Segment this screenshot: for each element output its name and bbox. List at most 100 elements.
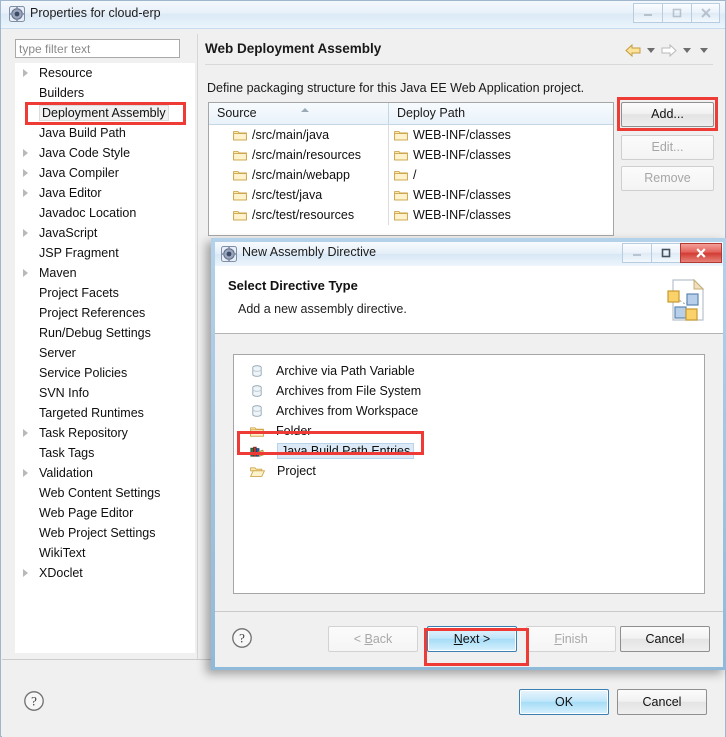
- sidebar-item-deployment-assembly[interactable]: Deployment Assembly: [15, 103, 195, 123]
- back-arrow-icon[interactable]: [625, 41, 641, 59]
- table-row[interactable]: /src/main/java WEB-INF/classes: [209, 125, 613, 145]
- column-header-deploy-path[interactable]: Deploy Path: [389, 103, 612, 124]
- sidebar-item-jsp-fragment[interactable]: JSP Fragment: [15, 243, 195, 263]
- table-row[interactable]: /src/test/java WEB-INF/classes: [209, 185, 613, 205]
- jar-icon: [250, 384, 270, 398]
- dialog-close-icon[interactable]: [680, 243, 722, 263]
- sidebar-item-javadoc-location[interactable]: Javadoc Location: [15, 203, 195, 223]
- finish-button[interactable]: Finish: [526, 626, 616, 652]
- maximize-icon[interactable]: [662, 3, 691, 23]
- sidebar-item-wikitext[interactable]: WikiText: [15, 543, 195, 563]
- column-header-source[interactable]: Source: [209, 103, 389, 124]
- forward-dropdown-caret-icon[interactable]: [683, 47, 691, 53]
- cell-source: /src/test/resources: [209, 205, 389, 225]
- help-icon[interactable]: ?: [23, 690, 45, 712]
- sidebar-item-web-page-editor[interactable]: Web Page Editor: [15, 503, 195, 523]
- view-menu-caret-icon[interactable]: [700, 47, 708, 53]
- sidebar-item-run-debug-settings[interactable]: Run/Debug Settings: [15, 323, 195, 343]
- sidebar-item-xdoclet[interactable]: XDoclet: [15, 563, 195, 583]
- dialog-minimize-icon[interactable]: [622, 243, 651, 263]
- page-nav-toolbar: [625, 41, 711, 59]
- sidebar-item-builders[interactable]: Builders: [15, 83, 195, 103]
- minimize-icon[interactable]: [633, 3, 662, 23]
- chevron-right-icon[interactable]: [23, 269, 28, 277]
- sidebar-item-task-repository[interactable]: Task Repository: [15, 423, 195, 443]
- cell-deploy-path: WEB-INF/classes: [389, 205, 612, 225]
- sidebar-item-server[interactable]: Server: [15, 343, 195, 363]
- sidebar-item-service-policies[interactable]: Service Policies: [15, 363, 195, 383]
- sidebar-item-label: Web Page Editor: [39, 506, 134, 520]
- sidebar-item-java-build-path[interactable]: Java Build Path: [15, 123, 195, 143]
- eclipse-wizard-icon: [221, 246, 237, 262]
- ok-button[interactable]: OK: [519, 689, 609, 715]
- close-icon[interactable]: [691, 3, 720, 23]
- sidebar-item-resource[interactable]: Resource: [15, 63, 195, 83]
- assembly-table[interactable]: Source Deploy Path /src/main/java WEB-INF…: [208, 102, 614, 236]
- sidebar-item-label: Java Compiler: [39, 166, 119, 180]
- cancel-button[interactable]: Cancel: [617, 689, 707, 715]
- sidebar-item-javascript[interactable]: JavaScript: [15, 223, 195, 243]
- table-row[interactable]: /src/main/webapp /: [209, 165, 613, 185]
- sidebar-item-java-code-style[interactable]: Java Code Style: [15, 143, 195, 163]
- window-titlebar[interactable]: Properties for cloud-erp: [1, 1, 725, 29]
- next-button[interactable]: Next >: [427, 626, 517, 652]
- table-row[interactable]: /src/test/resources WEB-INF/classes: [209, 205, 613, 225]
- filter-input[interactable]: [15, 39, 180, 58]
- sidebar-item-web-project-settings[interactable]: Web Project Settings: [15, 523, 195, 543]
- directive-option-archive-via-path-variable[interactable]: Archive via Path Variable: [234, 361, 704, 381]
- sidebar-item-java-compiler[interactable]: Java Compiler: [15, 163, 195, 183]
- directive-type-list[interactable]: Archive via Path Variable Archives from F…: [233, 354, 705, 594]
- forward-arrow-icon[interactable]: [661, 41, 677, 59]
- properties-window: Properties for cloud-erp Resource Builder…: [0, 0, 726, 737]
- sidebar-item-java-editor[interactable]: Java Editor: [15, 183, 195, 203]
- chevron-right-icon[interactable]: [23, 69, 28, 77]
- dialog-help-icon[interactable]: ?: [231, 627, 253, 649]
- back-button[interactable]: < Back: [328, 626, 418, 652]
- dialog-titlebar[interactable]: New Assembly Directive: [215, 242, 723, 266]
- column-header-deploy-path-label: Deploy Path: [397, 106, 466, 120]
- table-row[interactable]: /src/main/resources WEB-INF/classes: [209, 145, 613, 165]
- cell-source: /src/main/java: [209, 125, 389, 145]
- cell-source-label: /src/test/resources: [252, 208, 355, 222]
- directive-option-archives-from-file-system[interactable]: Archives from File System: [234, 381, 704, 401]
- next-button-mnemonic: N: [453, 632, 463, 646]
- chevron-right-icon[interactable]: [23, 229, 28, 237]
- sidebar-item-targeted-runtimes[interactable]: Targeted Runtimes: [15, 403, 195, 423]
- sidebar-item-project-facets[interactable]: Project Facets: [15, 283, 195, 303]
- table-body: /src/main/java WEB-INF/classes/src/main/r…: [209, 125, 613, 225]
- sidebar-item-label: Validation: [39, 466, 93, 480]
- dialog-cancel-button[interactable]: Cancel: [620, 626, 710, 652]
- sidebar-item-web-content-settings[interactable]: Web Content Settings: [15, 483, 195, 503]
- dialog-body: Select Directive Type Add a new assembly…: [215, 266, 723, 667]
- chevron-right-icon[interactable]: [23, 189, 28, 197]
- chevron-right-icon[interactable]: [23, 469, 28, 477]
- cell-deploy-path-label: WEB-INF/classes: [413, 208, 511, 222]
- add-button[interactable]: Add...: [621, 102, 714, 127]
- back-dropdown-caret-icon[interactable]: [647, 47, 655, 53]
- chevron-right-icon[interactable]: [23, 429, 28, 437]
- directive-option-project[interactable]: Project: [234, 461, 704, 481]
- chevron-right-icon[interactable]: [23, 149, 28, 157]
- sidebar-item-label: Service Policies: [39, 366, 128, 380]
- cell-deploy-path-label: WEB-INF/classes: [413, 128, 511, 142]
- sidebar-item-maven[interactable]: Maven: [15, 263, 195, 283]
- directive-option-label: Java Build Path Entries: [277, 443, 415, 459]
- chevron-right-icon[interactable]: [23, 569, 28, 577]
- settings-tree[interactable]: Resource Builders Deployment Assembly Java …: [15, 63, 195, 653]
- directive-option-java-build-path-entries[interactable]: Java Build Path Entries: [234, 441, 704, 461]
- sidebar-item-label: WikiText: [39, 546, 86, 560]
- sidebar-item-validation[interactable]: Validation: [15, 463, 195, 483]
- sidebar-item-project-references[interactable]: Project References: [15, 303, 195, 323]
- directive-option-folder[interactable]: Folder: [234, 421, 704, 441]
- edit-button[interactable]: Edit...: [621, 135, 714, 160]
- directive-option-archives-from-workspace[interactable]: Archives from Workspace: [234, 401, 704, 421]
- directive-option-label: Project: [277, 464, 316, 478]
- sidebar-item-svn-info[interactable]: SVN Info: [15, 383, 195, 403]
- remove-button[interactable]: Remove: [621, 166, 714, 191]
- sidebar-item-task-tags[interactable]: Task Tags: [15, 443, 195, 463]
- sidebar-item-label: JavaScript: [39, 226, 98, 240]
- cell-source: /src/test/java: [209, 185, 389, 205]
- chevron-right-icon[interactable]: [23, 169, 28, 177]
- dialog-maximize-icon[interactable]: [651, 243, 680, 263]
- open-folder-icon: [250, 465, 271, 478]
